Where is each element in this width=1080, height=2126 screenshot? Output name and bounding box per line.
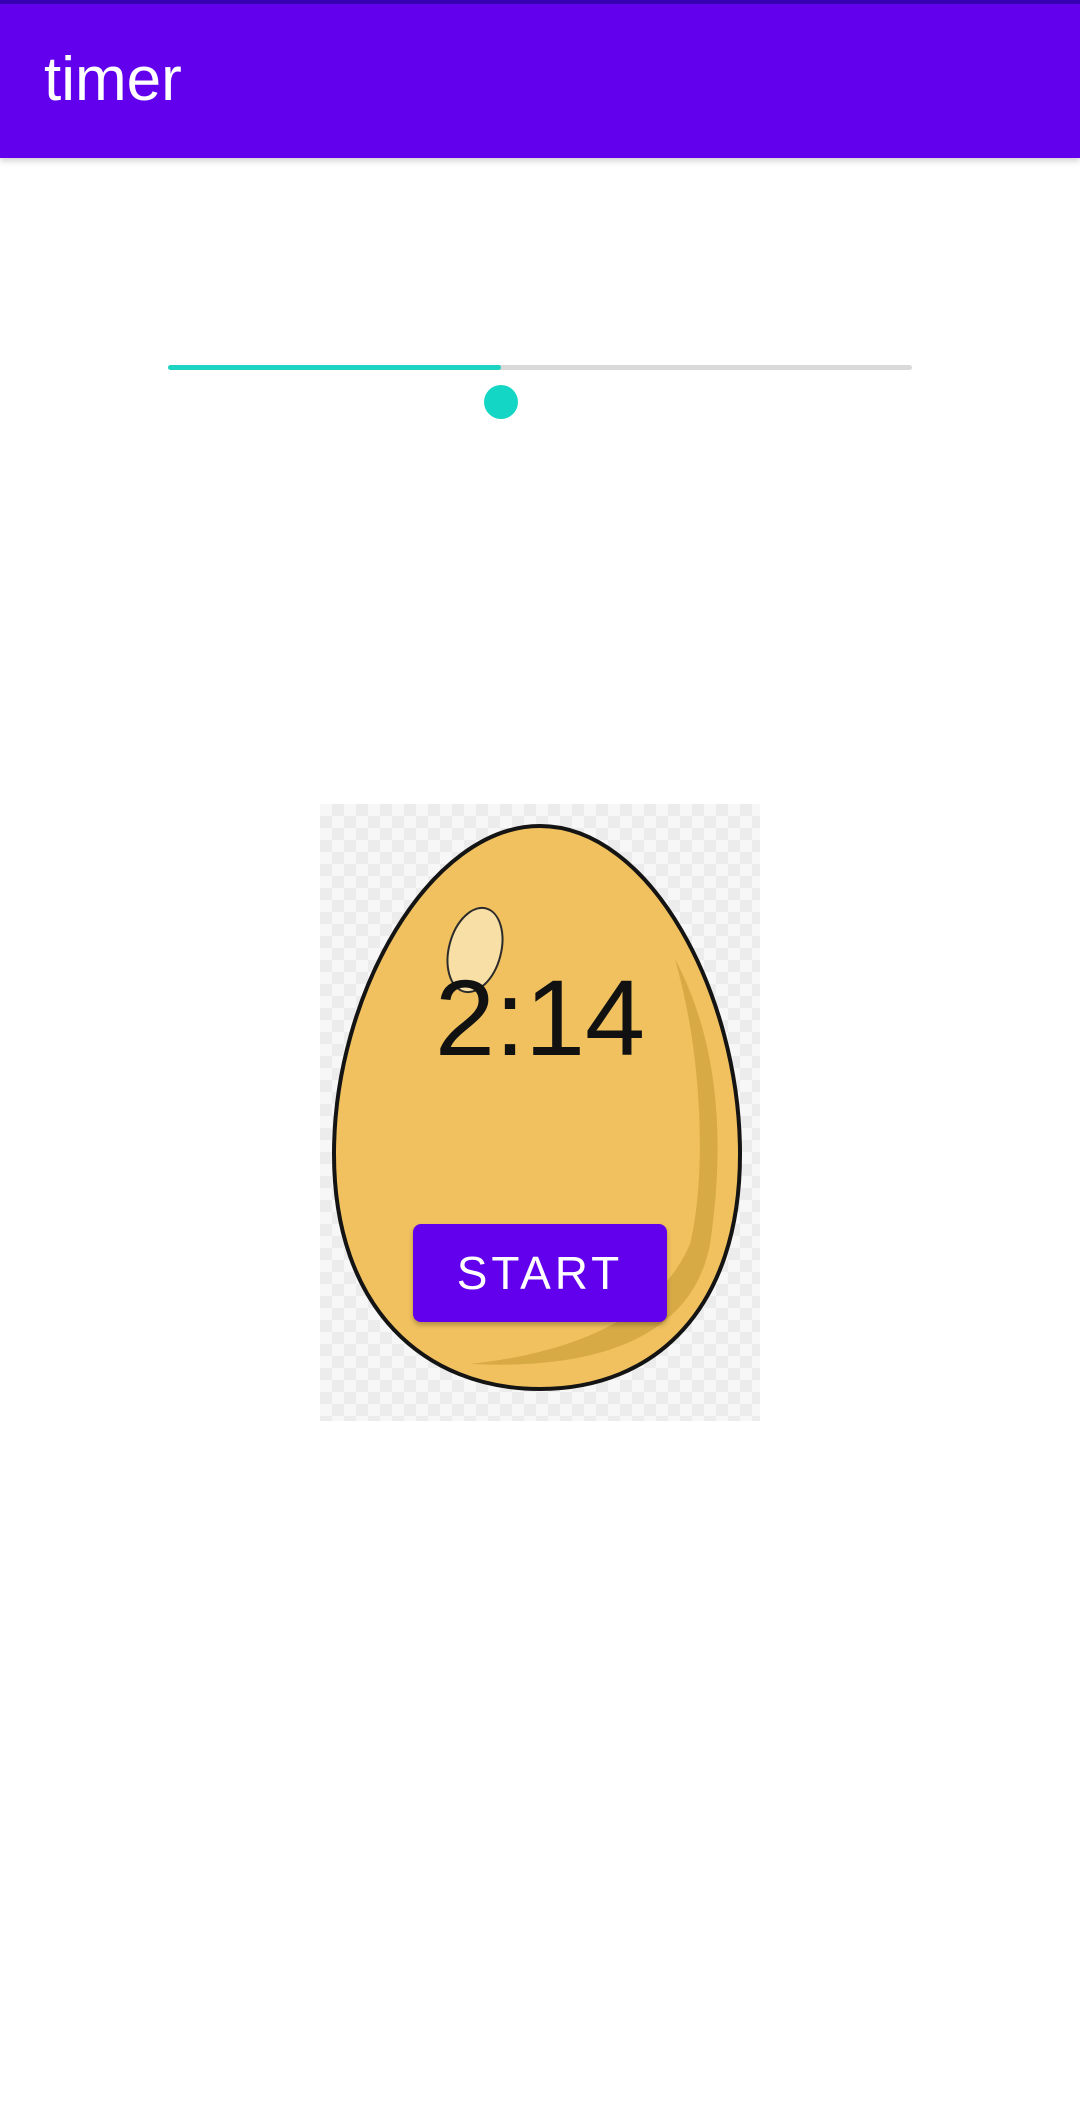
seekbar-thumb[interactable]: [483, 385, 518, 419]
egg-image: [320, 804, 760, 1421]
egg-timer-screen: timer 2:14 START: [0, 0, 1080, 2126]
timer-display: 2:14: [434, 957, 646, 1078]
app-bar: timer: [0, 0, 1080, 158]
seekbar-progress: [168, 365, 501, 370]
egg-icon: [331, 823, 743, 1392]
time-seekbar[interactable]: [150, 330, 930, 419]
start-button[interactable]: START: [413, 1224, 667, 1322]
app-title: timer: [44, 45, 182, 114]
seekbar-track[interactable]: [168, 365, 912, 419]
